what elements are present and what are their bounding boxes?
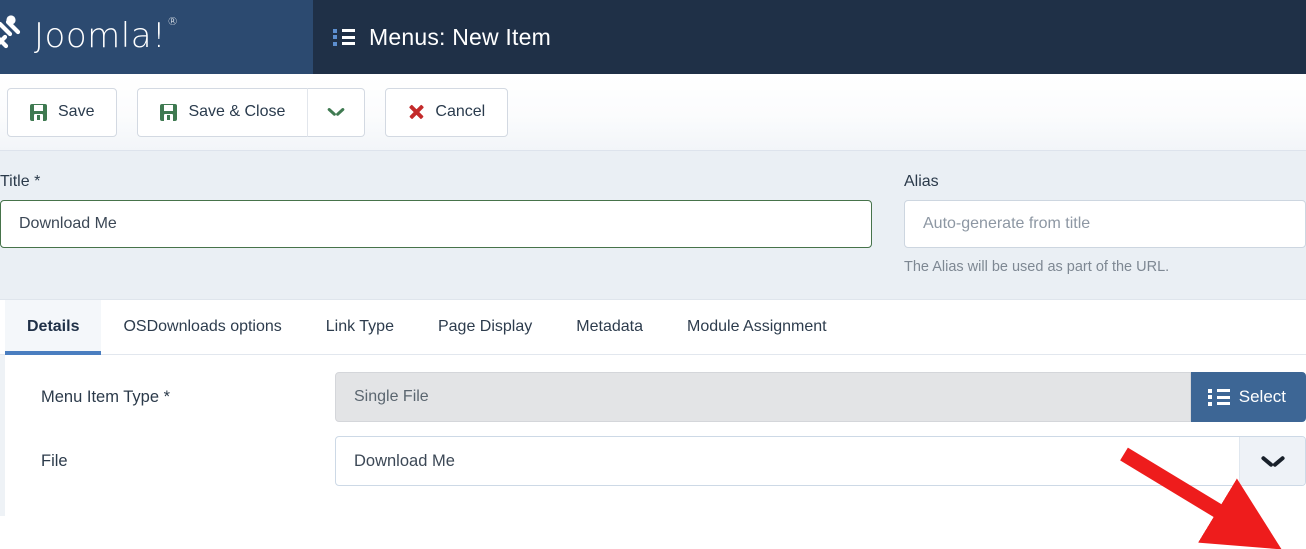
tab-page-display[interactable]: Page Display [416,300,554,354]
file-label: File [41,451,68,470]
toolbar: Save Save & Close Cancel [0,74,1306,151]
alias-input[interactable]: Auto-generate from title [904,200,1306,248]
tab-module-assignment[interactable]: Module Assignment [665,300,849,354]
tab-bar: Details OSDownloads options Link Type Pa… [0,300,1306,355]
tab-details[interactable]: Details [5,300,102,355]
chevron-down-icon [1262,455,1284,467]
menu-item-type-input: Single File [335,372,1191,422]
tab-metadata[interactable]: Metadata [554,300,665,354]
alias-help-text: The Alias will be used as part of the UR… [904,259,1170,275]
joomla-logo[interactable]: Joomla!® [0,14,178,60]
save-button[interactable]: Save [7,87,118,137]
file-select-value: Download Me [354,451,455,470]
cancel-button[interactable]: Cancel [385,87,509,137]
joomla-mark-icon [0,14,32,60]
alias-field-group: Alias Auto-generate from title The Alias… [872,173,1306,275]
app-header: Joomla!® Menus: New Item [0,0,1306,74]
save-options-dropdown-button[interactable] [308,87,366,137]
save-and-close-button[interactable]: Save & Close [137,87,309,137]
file-row: File Download Me [5,427,1306,495]
title-field-group: Title * Download Me [0,173,872,275]
registered-mark: ® [167,14,179,28]
save-close-button-group: Save & Close [137,87,366,137]
page-title-bar: Menus: New Item [313,0,1306,74]
tab-link-type[interactable]: Link Type [304,300,416,354]
brand-area[interactable]: Joomla!® [0,0,313,74]
form-header-section: Title * Download Me Alias Auto-generate … [0,151,1306,300]
close-icon [408,104,424,120]
joomla-admin-page: Joomla!® Menus: New Item Save Save & Clo… [0,0,1306,549]
menu-list-icon [333,28,355,46]
chevron-down-icon [328,107,344,117]
select-button-label: Select [1238,387,1286,406]
save-icon [30,103,47,121]
save-button-label: Save [58,103,95,120]
file-select[interactable]: Download Me [335,436,1306,486]
file-select-dropdown-button[interactable] [1239,437,1305,485]
brand-wordmark: Joomla!® [34,14,179,56]
tab-osdownloads-options[interactable]: OSDownloads options [101,300,303,354]
menu-item-type-row: Menu Item Type * Single File Select [5,355,1306,427]
menu-item-type-label: Menu Item Type * [41,387,171,406]
save-and-close-label: Save & Close [188,103,286,120]
list-icon [1207,388,1230,406]
cancel-button-label: Cancel [435,103,486,120]
page-title: Menus: New Item [369,23,551,50]
title-label: Title * [0,173,41,190]
alias-label: Alias [904,173,939,190]
select-menu-item-type-button[interactable]: Select [1190,372,1306,422]
save-icon [160,103,178,121]
details-panel: Menu Item Type * Single File Select File… [0,355,1306,516]
title-input[interactable]: Download Me [0,200,872,248]
